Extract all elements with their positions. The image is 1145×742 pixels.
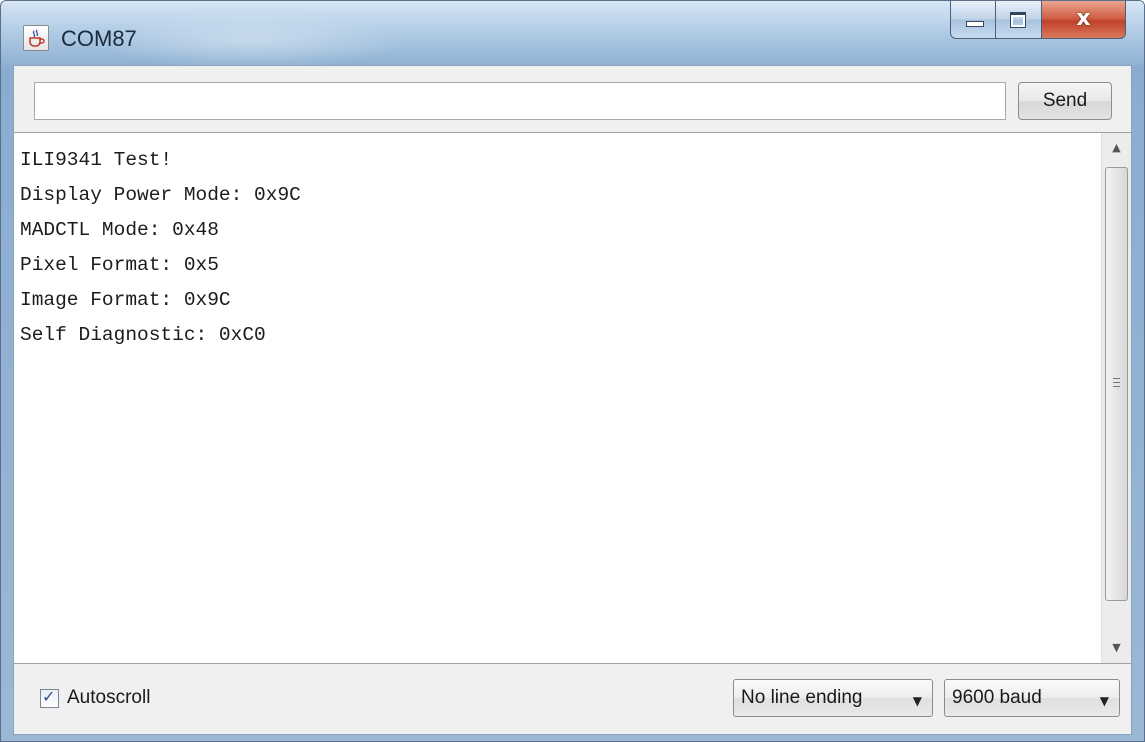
- client-area: Send ILI9341 Test! Display Power Mode: 0…: [13, 65, 1132, 735]
- window-controls: x: [950, 1, 1126, 39]
- maximize-button[interactable]: [996, 1, 1042, 39]
- serial-monitor-window: COM87 x Send ILI9341 Test! Display Power…: [0, 0, 1145, 742]
- output-line: ILI9341 Test!: [20, 149, 173, 171]
- minimize-icon: [966, 21, 984, 27]
- chevron-down-icon: ▼: [1099, 694, 1109, 708]
- java-cup-icon[interactable]: [23, 25, 49, 51]
- output-line: Image Format: 0x9C: [20, 289, 231, 311]
- send-button[interactable]: Send: [1018, 82, 1112, 120]
- window-title: COM87: [61, 26, 137, 51]
- output-line: Display Power Mode: 0x9C: [20, 184, 301, 206]
- chevron-down-icon: ▼: [912, 694, 922, 708]
- maximize-icon: [1010, 12, 1026, 28]
- grip-line: [1113, 386, 1120, 387]
- title-bar[interactable]: COM87 x: [1, 1, 1144, 65]
- autoscroll-toggle[interactable]: ✓ Autoscroll: [40, 686, 150, 710]
- baud-rate-value: 9600 baud: [952, 687, 1042, 708]
- scroll-up-arrow-icon[interactable]: ▲: [1102, 133, 1131, 163]
- close-button[interactable]: x: [1042, 1, 1126, 39]
- serial-input[interactable]: [34, 82, 1006, 120]
- autoscroll-checkbox[interactable]: ✓: [40, 686, 59, 708]
- line-ending-select[interactable]: No line ending ▼: [733, 679, 933, 717]
- autoscroll-label: Autoscroll: [67, 687, 151, 708]
- scroll-down-arrow-icon[interactable]: ▼: [1102, 633, 1131, 663]
- scrollbar-thumb[interactable]: [1105, 167, 1128, 601]
- output-lines: ILI9341 Test! Display Power Mode: 0x9C M…: [20, 143, 1080, 353]
- serial-output[interactable]: ILI9341 Test! Display Power Mode: 0x9C M…: [14, 132, 1131, 664]
- line-ending-value: No line ending: [741, 687, 863, 708]
- minimize-button[interactable]: [950, 1, 996, 39]
- vertical-scrollbar[interactable]: ▲ ▼: [1101, 133, 1131, 663]
- status-bar: ✓ Autoscroll No line ending ▼ 9600 baud …: [14, 664, 1131, 734]
- output-line: MADCTL Mode: 0x48: [20, 219, 219, 241]
- output-line: Self Diagnostic: 0xC0: [20, 324, 266, 346]
- grip-line: [1113, 382, 1120, 383]
- grip-line: [1113, 378, 1120, 379]
- checkmark-icon: ✓: [42, 686, 56, 706]
- close-icon: x: [1076, 6, 1091, 31]
- output-line: Pixel Format: 0x5: [20, 254, 219, 276]
- baud-rate-select[interactable]: 9600 baud ▼: [944, 679, 1120, 717]
